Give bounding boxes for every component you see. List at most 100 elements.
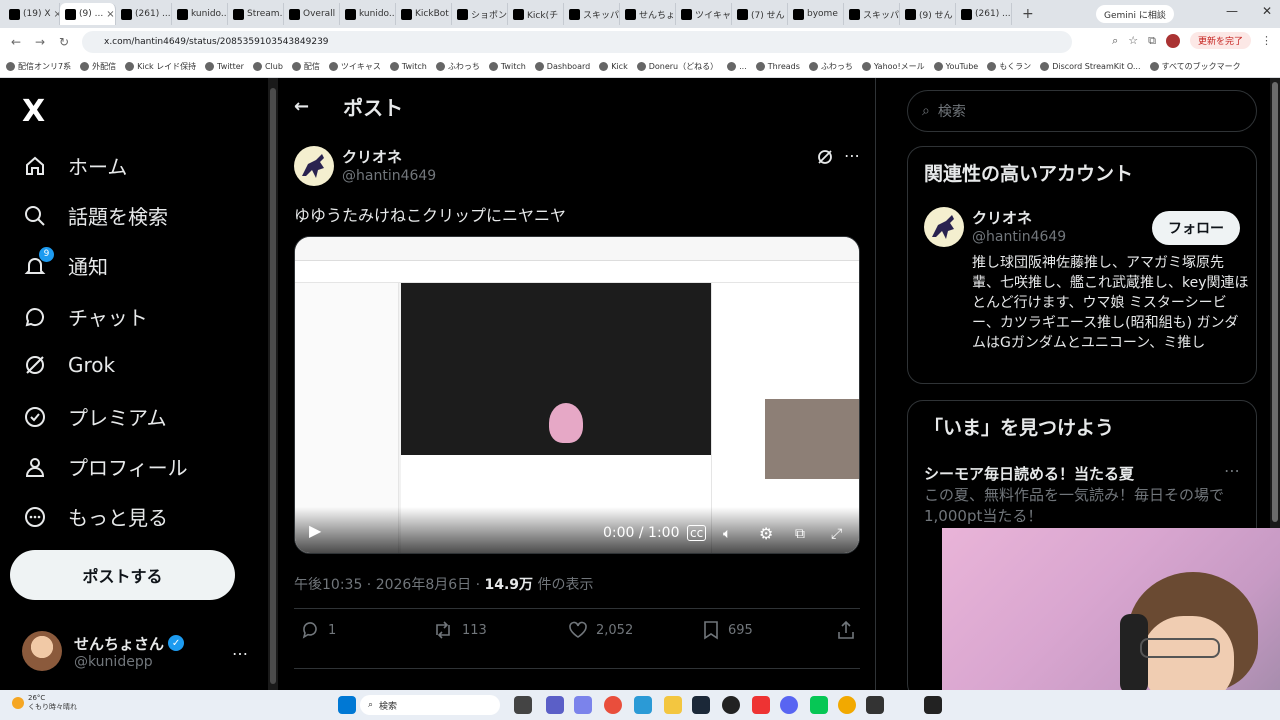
browser-tab[interactable]: (9) ... × [60, 3, 116, 25]
browser-tab[interactable]: (9) せん [900, 3, 956, 25]
bookmark-item[interactable]: Discord StreamKit O... [1040, 62, 1141, 71]
bookmark-item[interactable]: Twitch [488, 62, 526, 71]
bookmark-item[interactable]: Yahoo!メール [861, 61, 925, 72]
sidebar-item[interactable]: ホーム [22, 151, 127, 180]
browser-tab[interactable]: スキッパ [844, 3, 900, 25]
browser-tab[interactable]: (7) せん [732, 3, 788, 25]
search-input[interactable]: ⌕ 検索 [907, 90, 1257, 132]
gemini-button[interactable]: Gemini に相談 [1096, 5, 1174, 23]
sidebar-item[interactable]: プレミアム [22, 402, 167, 431]
browser-tab[interactable]: Kick(チ [508, 3, 564, 25]
bookmark-item[interactable]: 外配信 [80, 61, 116, 72]
bookmark-button[interactable]: 695 [702, 620, 753, 640]
settings-icon[interactable]: ⚙ [759, 524, 773, 543]
browser-tab[interactable]: ツイキャ [676, 3, 732, 25]
bookmark-item[interactable]: 配信 [291, 61, 320, 72]
browser-tab[interactable]: Overall [284, 3, 340, 25]
bookmark-item[interactable]: YouTube [933, 62, 978, 71]
bookmark-item[interactable]: Kick [599, 62, 628, 71]
sidebar-item[interactable]: もっと見る [22, 502, 168, 531]
bookmark-item[interactable]: Twitter [205, 62, 244, 71]
post-button[interactable]: ポストする [10, 550, 235, 600]
browser-tab[interactable]: (261) ... [956, 3, 1012, 25]
url-input[interactable]: x.com/hantin4649/status/2085359103543849… [82, 31, 1072, 53]
video-player[interactable]: ▶ 0:00 / 1:00 cc 🔈︎ ⚙ ⧉ ⤢ [294, 236, 860, 554]
scroll-thumb[interactable] [1272, 82, 1278, 522]
task-view-icon[interactable] [514, 696, 532, 714]
follow-button[interactable]: フォロー [1152, 211, 1240, 245]
bookmark-star-icon[interactable]: ☆ [1128, 34, 1138, 47]
volume-icon[interactable]: 🔈︎ [723, 526, 731, 542]
browser-tab[interactable]: KickBot [396, 3, 452, 25]
update-button[interactable]: 更新を完了 [1189, 32, 1251, 49]
left-scrollbar[interactable] [268, 78, 278, 690]
discord-icon[interactable] [780, 696, 798, 714]
browser-tab[interactable]: スキッパ [564, 3, 620, 25]
start-icon[interactable] [338, 696, 356, 714]
account-more-icon[interactable]: … [232, 640, 248, 659]
scroll-thumb[interactable] [270, 88, 276, 684]
related-name[interactable]: クリオネ [972, 207, 1032, 228]
fullscreen-icon[interactable]: ⤢ [831, 526, 842, 542]
browser-tab[interactable]: (19) X× [4, 3, 60, 25]
author-name[interactable]: クリオネ [342, 146, 402, 167]
sidebar-item[interactable]: 9 通知 [22, 246, 108, 280]
bookmark-item[interactable]: もくラン [987, 61, 1031, 72]
forward-icon[interactable]: → [28, 35, 52, 49]
bookmark-item[interactable]: ... [727, 62, 747, 71]
explorer-icon[interactable] [664, 696, 682, 714]
browser-tab[interactable]: Stream... [228, 3, 284, 25]
obs-icon[interactable] [722, 696, 740, 714]
more-options-icon[interactable]: ⋯ [844, 146, 860, 165]
x-logo-icon[interactable]: X [22, 94, 45, 129]
zoom-icon[interactable]: ⌕ [1112, 34, 1118, 48]
share-button[interactable] [836, 620, 856, 640]
browser-tab[interactable]: せんちょ [620, 3, 676, 25]
bookmark-item[interactable]: Doneru（どねる） [636, 61, 718, 72]
sidebar-item[interactable]: プロフィール [22, 452, 188, 481]
profile-avatar[interactable] [1165, 33, 1180, 48]
related-avatar[interactable] [924, 207, 964, 247]
taskbar-search[interactable]: ⌕ 検索 [360, 695, 500, 715]
back-icon[interactable]: ← [4, 35, 28, 49]
sidebar-item[interactable]: 話題を検索 [22, 201, 168, 230]
tab-close-icon[interactable]: × [106, 9, 114, 20]
author-avatar[interactable] [294, 146, 334, 186]
menu-icon[interactable]: ⋮ [1261, 34, 1272, 47]
bookmark-item[interactable]: Twitch [389, 62, 427, 71]
browser-tab[interactable]: (261) ... [116, 3, 172, 25]
play-icon[interactable]: ▶ [309, 521, 321, 540]
minimize-icon[interactable]: — [1226, 4, 1238, 18]
browser-tab[interactable]: kunido... [172, 3, 228, 25]
trend-item[interactable]: シーモア毎日読める！当たる夏 この夏、無料作品を一気読み！毎日その場で1,000… [924, 463, 1242, 526]
author-handle[interactable]: @hantin4649 [342, 168, 436, 184]
like-button[interactable]: 2,052 [568, 620, 633, 640]
reload-icon[interactable]: ↻ [52, 35, 76, 49]
bookmark-item[interactable]: すべてのブックマーク [1149, 61, 1241, 72]
pip-icon[interactable]: ⧉ [795, 526, 805, 542]
app-icon[interactable] [752, 696, 770, 714]
terminal-icon[interactable] [924, 696, 942, 714]
app-icon[interactable] [866, 696, 884, 714]
bookmark-item[interactable]: Club [252, 62, 283, 71]
browser-tab[interactable]: ショポン [452, 3, 508, 25]
related-handle[interactable]: @hantin4649 [972, 229, 1066, 245]
captions-icon[interactable]: cc [687, 525, 707, 541]
bookmark-item[interactable]: ツイキャス [328, 61, 381, 72]
repost-button[interactable]: 113 [432, 620, 487, 640]
back-arrow-icon[interactable]: ← [294, 96, 309, 117]
close-window-icon[interactable]: ✕ [1262, 4, 1272, 18]
browser-tab[interactable]: byome [788, 3, 844, 25]
bookmark-item[interactable]: Dashboard [534, 62, 590, 71]
tweet-timestamp[interactable]: 午後10:35 · 2026年8月6日 · [294, 577, 485, 593]
teams-icon[interactable] [574, 696, 592, 714]
app-icon[interactable] [838, 696, 856, 714]
new-tab-button[interactable]: + [1012, 6, 1044, 22]
sidebar-item[interactable]: チャット [22, 302, 148, 331]
steam-icon[interactable] [692, 696, 710, 714]
chrome-icon[interactable] [604, 696, 622, 714]
weather-widget[interactable]: 26°C くもり時々晴れ [12, 694, 77, 712]
reply-button[interactable]: 1 [300, 620, 336, 640]
bookmark-item[interactable]: ふわっち [435, 61, 480, 72]
account-switcher[interactable]: せんちょさん ✓ @kunidepp … [22, 628, 262, 674]
